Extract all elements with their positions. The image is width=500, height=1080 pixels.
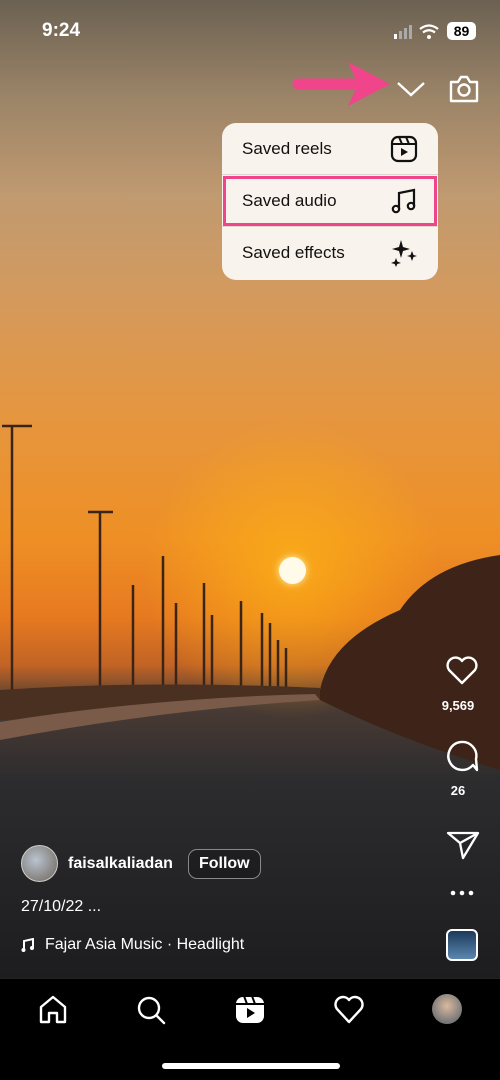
music-note-icon [391, 188, 416, 213]
like-heart-icon[interactable] [445, 656, 479, 686]
status-bar: 9:24 89 [0, 18, 500, 48]
avatar[interactable] [21, 845, 58, 882]
annotation-arrow [292, 62, 390, 106]
menu-item-saved-reels[interactable]: Saved reels [222, 123, 438, 175]
caption[interactable]: 27/10/22 ... [21, 898, 101, 916]
home-indicator[interactable] [162, 1063, 340, 1069]
reels-icon[interactable] [235, 995, 265, 1025]
username[interactable]: faisalkaliadan [68, 855, 173, 873]
menu-item-saved-audio[interactable]: Saved audio [222, 175, 438, 227]
menu-item-saved-effects[interactable]: Saved effects [222, 227, 438, 279]
more-options-icon[interactable] [450, 889, 474, 897]
reels-icon [390, 135, 418, 162]
saved-dropdown-menu: Saved reels Saved audio Saved effects [222, 123, 438, 280]
like-count: 9,569 [441, 698, 475, 713]
audio-track[interactable]: Fajar Asia Music · Headlight [21, 936, 244, 954]
post-author: faisalkaliadan Follow [21, 845, 261, 882]
comment-count: 26 [450, 783, 466, 798]
music-note-icon [21, 938, 34, 952]
sparkles-icon [391, 240, 417, 267]
camera-icon[interactable] [448, 74, 480, 104]
clock: 9:24 [42, 20, 81, 41]
home-icon[interactable] [38, 995, 68, 1025]
search-icon[interactable] [136, 995, 166, 1025]
profile-avatar[interactable] [432, 994, 462, 1024]
share-send-icon[interactable] [446, 830, 480, 860]
audio-thumbnail[interactable] [446, 929, 478, 961]
activity-heart-icon[interactable] [333, 995, 365, 1025]
battery-indicator: 89 [447, 22, 476, 40]
signal-wifi-icon [394, 24, 439, 39]
chevron-down-icon[interactable] [396, 80, 426, 98]
comment-icon[interactable] [445, 739, 479, 773]
follow-button[interactable]: Follow [187, 848, 261, 879]
